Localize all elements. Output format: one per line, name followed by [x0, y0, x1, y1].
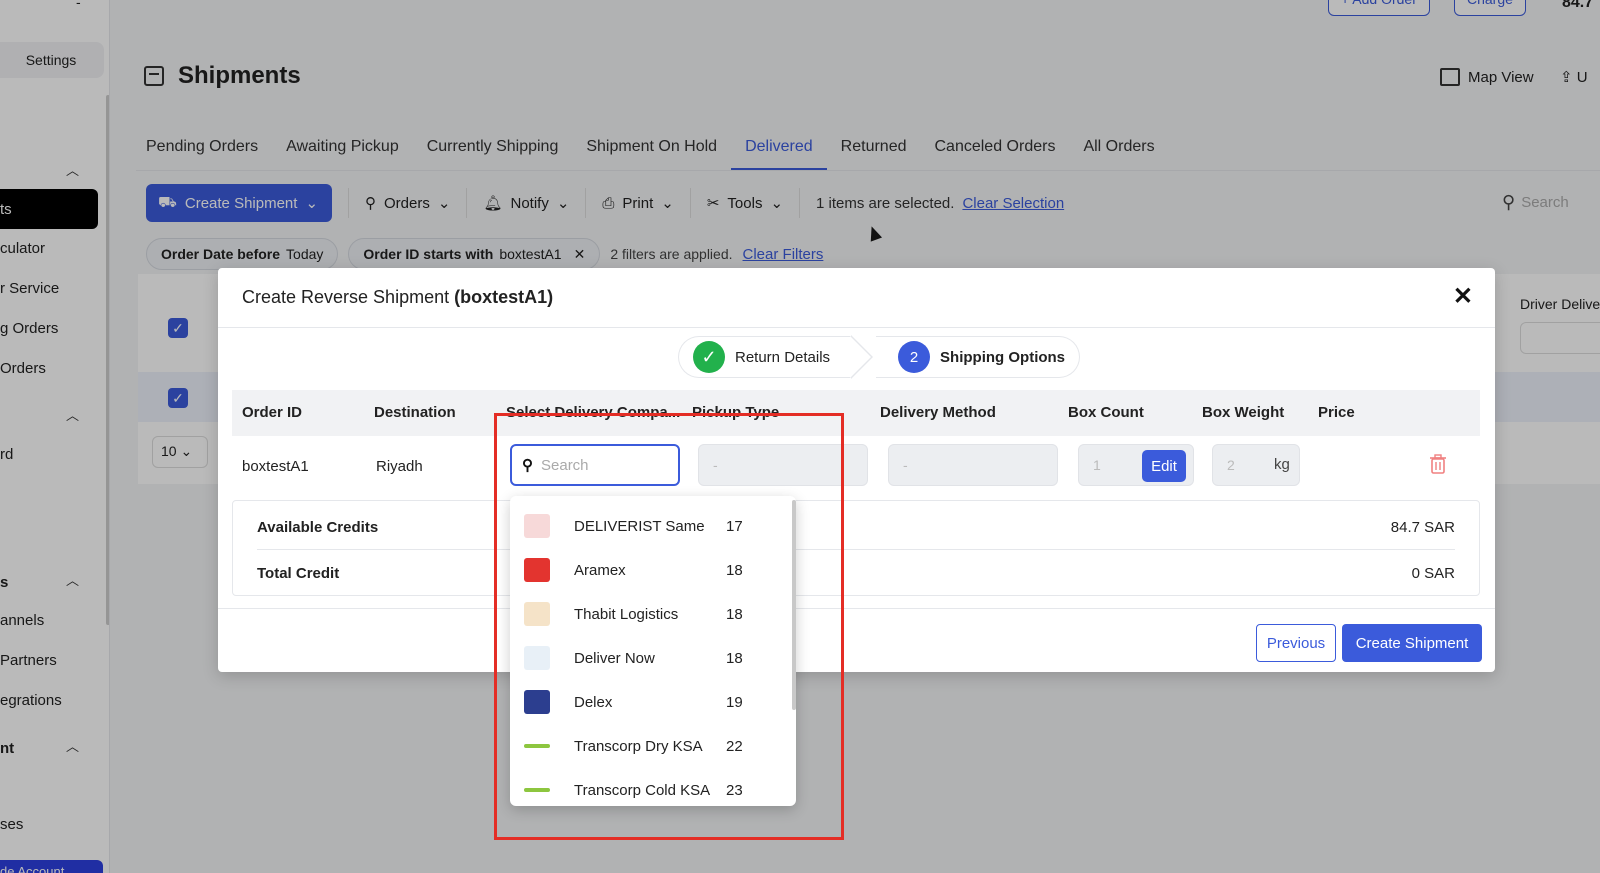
step-shipping-options[interactable]: 2 Shipping Options: [876, 336, 1081, 378]
col-order-id: Order ID: [242, 404, 303, 421]
modal-title-order-id: (boxtestA1): [454, 287, 554, 307]
modal-title: Create Reverse Shipment: [242, 287, 450, 307]
previous-button[interactable]: Previous: [1256, 624, 1336, 662]
credits-summary: Available Credits 84.7 SAR Total Credit …: [232, 500, 1480, 596]
total-credit-label: Total Credit: [257, 564, 340, 582]
col-box-weight: Box Weight: [1202, 404, 1285, 421]
weight-unit: kg: [1274, 456, 1290, 473]
col-delivery-method: Delivery Method: [880, 404, 996, 421]
step-label: Return Details: [735, 348, 831, 366]
total-credit-row: Total Credit 0 SAR: [257, 551, 1455, 595]
step-number: 2: [898, 341, 931, 373]
step-label: Shipping Options: [940, 348, 1066, 366]
available-credits-value: 84.7 SAR: [1390, 518, 1455, 536]
options-table-header: Order ID Destination Select Delivery Com…: [232, 390, 1480, 436]
trash-icon[interactable]: [1430, 454, 1446, 474]
step-return-details[interactable]: ✓ Return Details: [678, 336, 853, 378]
annotation-highlight-box: [494, 413, 844, 840]
delivery-method-value: -: [903, 457, 908, 473]
row-destination: Riyadh: [376, 458, 423, 475]
box-weight-value: 2: [1227, 457, 1235, 473]
available-credits-row: Available Credits 84.7 SAR: [257, 505, 1455, 549]
create-reverse-shipment-modal: Create Reverse Shipment (boxtestA1) ✕ ✓ …: [218, 268, 1495, 672]
col-price: Price: [1318, 404, 1355, 421]
modal-footer-divider: [218, 608, 1495, 609]
col-destination: Destination: [374, 404, 456, 421]
credits-divider: [257, 549, 1455, 550]
modal-header: Create Reverse Shipment (boxtestA1): [218, 268, 1495, 328]
close-icon[interactable]: ✕: [1453, 282, 1473, 311]
create-shipment-button[interactable]: Create Shipment: [1342, 624, 1482, 662]
wizard-stepper: ✓ Return Details 2 Shipping Options: [678, 335, 1081, 379]
step-separator: [850, 335, 876, 379]
edit-box-count-button[interactable]: Edit: [1142, 450, 1186, 482]
row-order-id: boxtestA1: [242, 458, 309, 475]
total-credit-value: 0 SAR: [1411, 564, 1455, 582]
box-count-value: 1: [1093, 457, 1101, 473]
check-icon: ✓: [693, 341, 725, 373]
delivery-method-select: -: [888, 444, 1058, 486]
available-credits-label: Available Credits: [257, 518, 379, 536]
col-box-count: Box Count: [1068, 404, 1144, 421]
